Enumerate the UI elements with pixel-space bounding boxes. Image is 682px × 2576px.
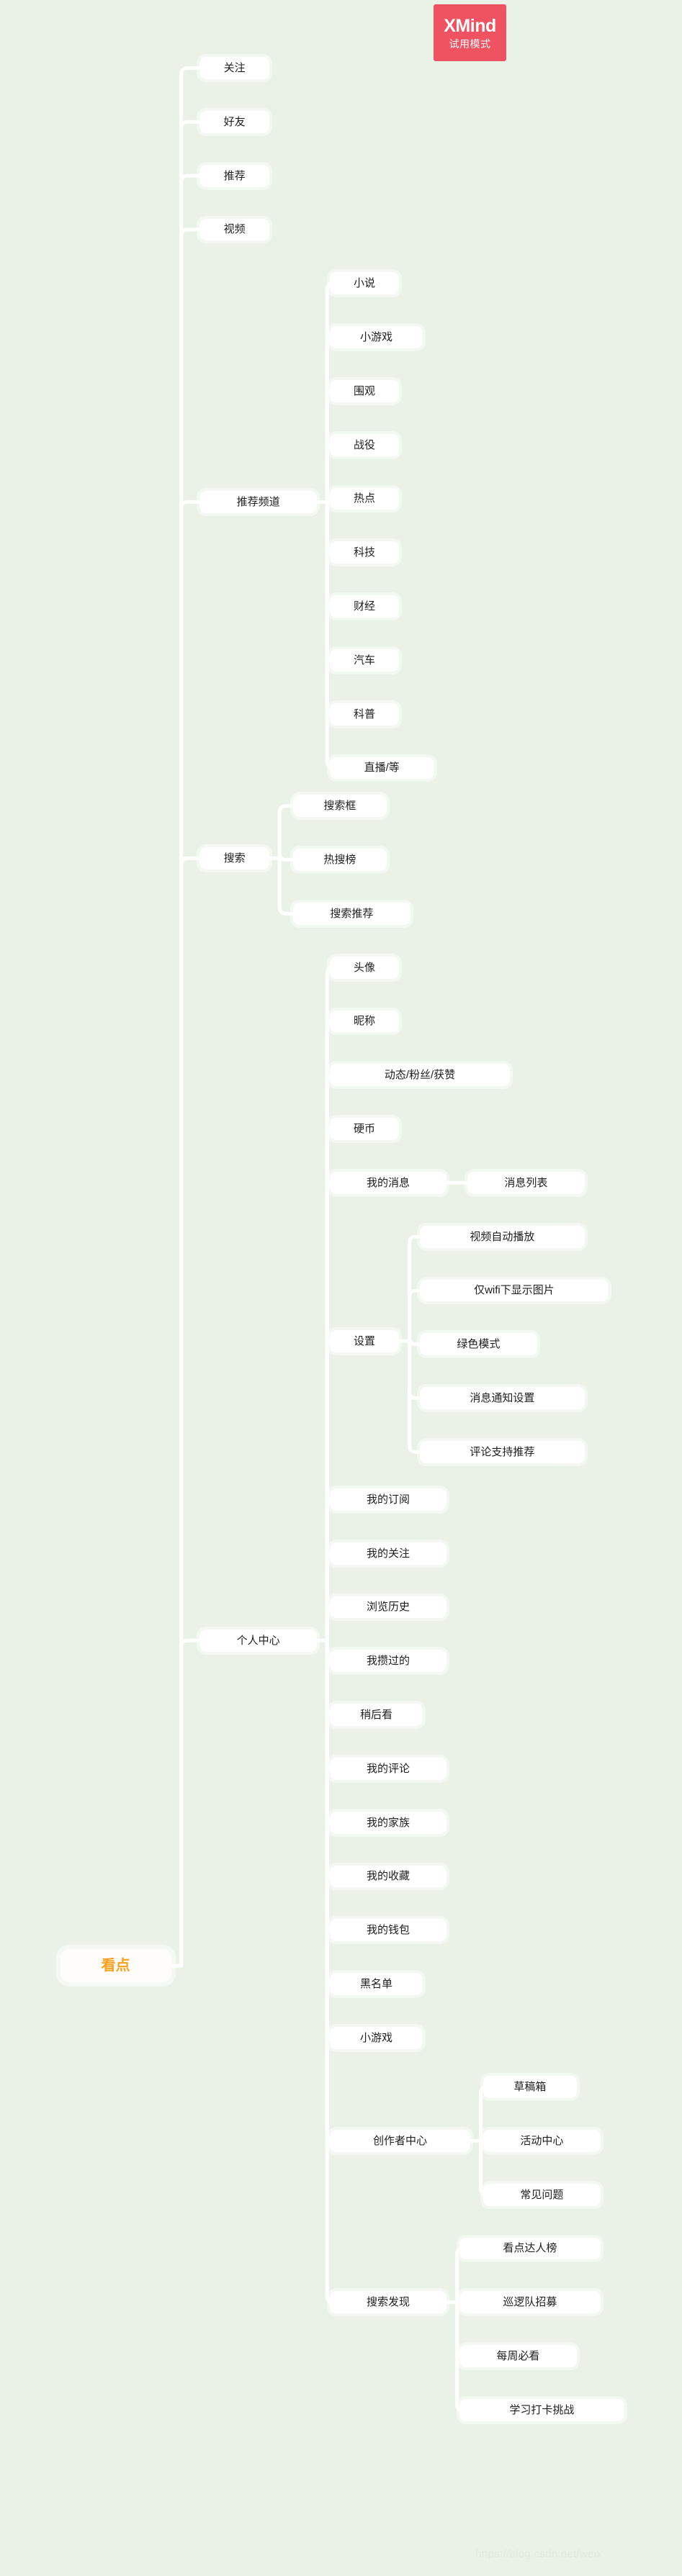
- node-weiguan[interactable]: 围观: [329, 380, 400, 402]
- node-tuijian[interactable]: 推荐: [199, 164, 269, 187]
- node-xxdktz[interactable]: 学习打卡挑战: [459, 2399, 624, 2421]
- node-mzbk[interactable]: 每周必看: [459, 2345, 577, 2367]
- xmind-watermark-badge: XMind 试用模式: [434, 4, 506, 61]
- node-wzgd[interactable]: 我攒过的: [329, 1650, 447, 1673]
- node-zhanyi[interactable]: 战役: [329, 433, 400, 456]
- node-lsms[interactable]: 绿色模式: [420, 1333, 537, 1356]
- mindmap-canvas[interactable]: 看点 关注 好友 推荐 视频 推荐频道 搜索 个人中心 小说 小游戏 围观 战役 热点 科技 财经 汽车 科普直…: [0, 0, 682, 2576]
- node-shezhi[interactable]: 设置: [329, 1330, 400, 1352]
- node-guanzhu[interactable]: 关注: [199, 57, 269, 79]
- node-wddy[interactable]: 我的订阅: [329, 1488, 447, 1511]
- node-dtfshz[interactable]: 动态/粉丝/获赞: [329, 1064, 511, 1087]
- node-caijing[interactable]: 财经: [329, 595, 400, 618]
- node-touxiang[interactable]: 头像: [329, 956, 400, 979]
- node-redian[interactable]: 热点: [329, 487, 400, 510]
- node-resou[interactable]: 热搜榜: [293, 849, 387, 871]
- node-ssfx[interactable]: 搜索发现: [329, 2291, 447, 2314]
- node-wdqb[interactable]: 我的钱包: [329, 1919, 447, 1942]
- node-xxtz[interactable]: 消息通知设置: [420, 1387, 585, 1409]
- xmind-brand-label: XMind: [444, 15, 496, 36]
- node-nicheng[interactable]: 昵称: [329, 1010, 400, 1033]
- node-sousuo[interactable]: 搜索: [199, 847, 269, 869]
- node-wdpl[interactable]: 我的评论: [329, 1758, 447, 1780]
- node-tjpd[interactable]: 推荐频道: [199, 491, 317, 513]
- node-cgx[interactable]: 草稿箱: [483, 2076, 577, 2098]
- node-wdxx[interactable]: 我的消息: [329, 1172, 447, 1194]
- node-kddrb[interactable]: 看点达人榜: [459, 2237, 601, 2260]
- node-xiaoshuo[interactable]: 小说: [329, 272, 400, 295]
- node-llls[interactable]: 浏览历史: [329, 1596, 447, 1619]
- node-plzc[interactable]: 评论支持推荐: [420, 1441, 585, 1463]
- node-sskuang[interactable]: 搜索框: [293, 795, 387, 818]
- node-haoyou[interactable]: 好友: [199, 111, 269, 133]
- node-wifi[interactable]: 仅wifi下显示图片: [420, 1279, 609, 1302]
- node-xxlb[interactable]: 消息列表: [467, 1172, 585, 1194]
- xmind-trial-mode-label: 试用模式: [449, 37, 491, 50]
- node-hmd[interactable]: 黑名单: [329, 1973, 423, 1995]
- node-hdzx[interactable]: 活动中心: [483, 2130, 601, 2152]
- node-xiaoyouxi[interactable]: 小游戏: [329, 326, 423, 348]
- csdn-url-watermark: https://blog.csdn.net/weix: [475, 2548, 603, 2560]
- node-wdgz[interactable]: 我的关注: [329, 1542, 447, 1565]
- node-keji[interactable]: 科技: [329, 541, 400, 564]
- node-qiche[interactable]: 汽车: [329, 649, 400, 672]
- root-node[interactable]: 看点: [60, 1949, 171, 1983]
- node-czzx[interactable]: 创作者中心: [329, 2130, 471, 2152]
- node-kepu[interactable]: 科普: [329, 702, 400, 726]
- node-xljzm[interactable]: 巡逻队招募: [459, 2291, 601, 2314]
- node-shkan[interactable]: 稍后看: [329, 1704, 423, 1726]
- node-yingbi[interactable]: 硬币: [329, 1118, 400, 1140]
- node-spzd[interactable]: 视频自动播放: [420, 1225, 585, 1248]
- node-sstj[interactable]: 搜索推荐: [293, 903, 410, 925]
- node-wdsc[interactable]: 我的收藏: [329, 1865, 447, 1888]
- node-zhibo[interactable]: 直播/等: [329, 756, 434, 779]
- node-xyx2[interactable]: 小游戏: [329, 2027, 423, 2049]
- node-shipin[interactable]: 视频: [199, 218, 269, 241]
- node-grzx[interactable]: 个人中心: [199, 1629, 317, 1652]
- node-cjwt[interactable]: 常见问题: [483, 2183, 601, 2206]
- node-wdjz[interactable]: 我的家族: [329, 1811, 447, 1834]
